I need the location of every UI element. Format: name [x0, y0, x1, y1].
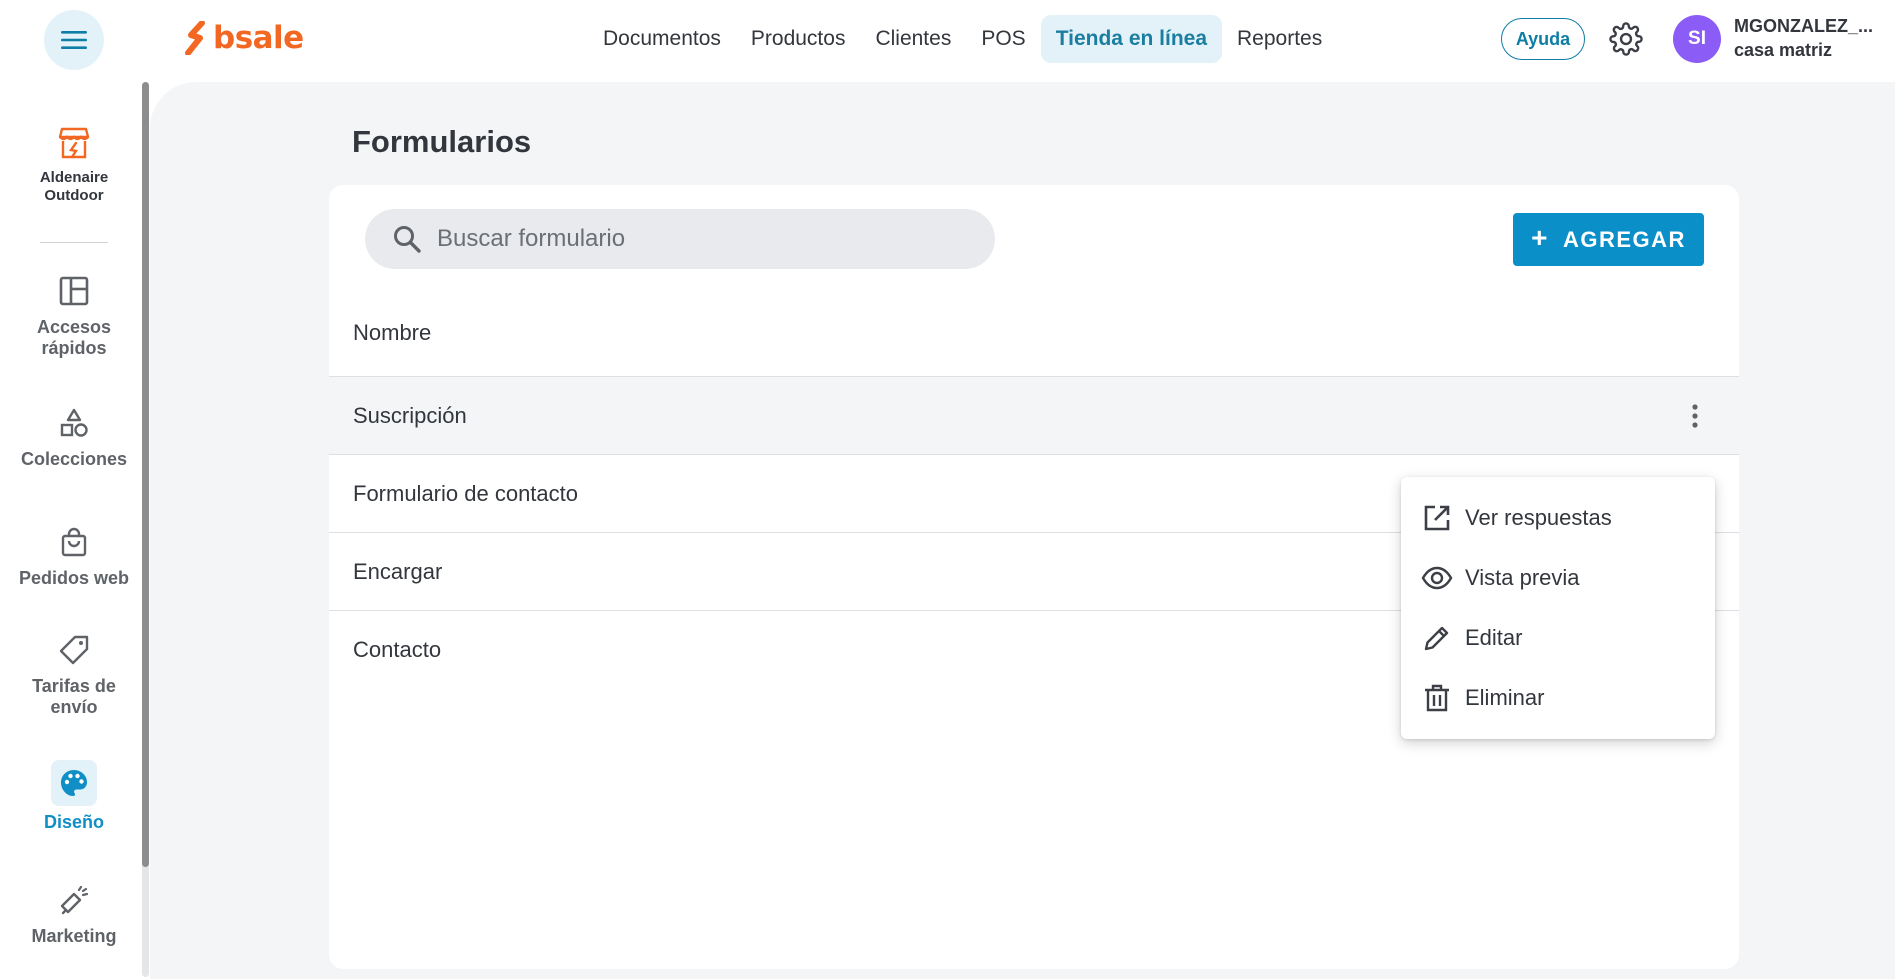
- hamburger-menu-button[interactable]: [44, 10, 104, 70]
- bsale-logo-icon: [185, 21, 205, 55]
- user-avatar[interactable]: SI: [1673, 15, 1721, 63]
- more-vertical-icon[interactable]: [1681, 402, 1709, 430]
- top-bar: bsale Documentos Productos Clientes POS …: [0, 0, 1895, 78]
- store-icon: [58, 127, 90, 159]
- trash-icon: [1425, 684, 1449, 712]
- row-name: Suscripción: [353, 402, 467, 428]
- nav-clientes[interactable]: Clientes: [860, 15, 966, 63]
- search-box[interactable]: [365, 209, 995, 269]
- bsale-logo[interactable]: bsale: [183, 20, 304, 56]
- menu-label: Editar: [1465, 625, 1523, 650]
- dashboard-icon: [59, 276, 89, 306]
- main-nav: Documentos Productos Clientes POS Tienda…: [588, 15, 1337, 63]
- menu-item-ver-respuestas[interactable]: Ver respuestas: [1401, 488, 1715, 548]
- user-name[interactable]: MGONZALEZ_...: [1734, 16, 1873, 37]
- add-button-label: AGREGAR: [1562, 226, 1686, 252]
- nav-reportes[interactable]: Reportes: [1222, 15, 1337, 63]
- nav-productos[interactable]: Productos: [736, 15, 861, 63]
- sidebar-item-tarifas-de-envio[interactable]: Tarifas de envío: [0, 630, 148, 718]
- column-header-nombre[interactable]: Nombre: [353, 320, 431, 346]
- nav-pos[interactable]: POS: [966, 15, 1040, 63]
- megaphone-icon: [60, 885, 89, 915]
- menu-item-vista-previa[interactable]: Vista previa: [1401, 548, 1715, 608]
- sidebar-item-accesos-rapidos[interactable]: Accesos rápidos: [0, 271, 148, 359]
- plus-icon: +: [1531, 222, 1549, 253]
- sidebar-label: Colecciones: [20, 449, 128, 469]
- menu-item-editar[interactable]: Editar: [1401, 608, 1715, 668]
- hamburger-icon: [61, 31, 87, 49]
- sidebar-divider: [40, 242, 108, 243]
- sidebar-item-diseno[interactable]: Diseño: [0, 760, 148, 833]
- help-button[interactable]: Ayuda: [1501, 18, 1585, 60]
- pencil-icon: [1424, 626, 1449, 651]
- palette-icon: [61, 770, 87, 796]
- user-branch: casa matriz: [1734, 40, 1833, 60]
- logo-text: bsale: [213, 20, 304, 56]
- row-name: Formulario de contacto: [353, 480, 578, 506]
- menu-label: Ver respuestas: [1465, 505, 1612, 530]
- store-name-line1: Aldenaire: [39, 169, 109, 186]
- search-icon: [394, 226, 421, 253]
- page-title: Formularios: [352, 124, 532, 159]
- tag-icon: [59, 635, 89, 665]
- sidebar-item-colecciones[interactable]: Colecciones: [0, 403, 148, 470]
- shapes-icon: [60, 408, 88, 437]
- nav-documentos[interactable]: Documentos: [588, 15, 736, 63]
- sidebar-label: rápidos: [41, 338, 107, 358]
- sidebar-label: Diseño: [43, 812, 104, 832]
- sidebar-label: Marketing: [31, 926, 117, 946]
- row-name: Encargar: [353, 558, 443, 584]
- menu-item-eliminar[interactable]: Eliminar: [1401, 668, 1715, 728]
- sidebar-label: Tarifas de: [32, 676, 116, 696]
- sidebar-item-marketing[interactable]: Marketing: [0, 880, 148, 947]
- store-name-line2: Outdoor: [44, 187, 104, 204]
- row-actions-menu: Ver respuestas Vista previa Editar Elimi…: [1401, 477, 1715, 739]
- row-name: Contacto: [353, 636, 442, 662]
- add-button[interactable]: + AGREGAR: [1513, 213, 1704, 266]
- table-row[interactable]: Suscripción: [329, 376, 1739, 454]
- menu-label: Vista previa: [1465, 565, 1580, 590]
- sidebar-label: Accesos: [36, 317, 112, 337]
- eye-icon: [1421, 566, 1453, 590]
- nav-tienda-en-linea[interactable]: Tienda en línea: [1040, 15, 1223, 63]
- open-external-icon: [1424, 505, 1450, 531]
- sidebar-label: envío: [50, 697, 98, 717]
- sidebar-store[interactable]: Aldenaire Outdoor: [0, 125, 148, 205]
- shopping-bag-icon: [61, 527, 87, 557]
- sidebar-item-pedidos-web[interactable]: Pedidos web: [0, 522, 148, 589]
- sidebar-label: Pedidos web: [18, 568, 130, 588]
- sidebar-scrollbar-thumb[interactable]: [142, 82, 149, 867]
- search-input[interactable]: [437, 225, 957, 253]
- gear-icon[interactable]: [1609, 22, 1643, 56]
- menu-label: Eliminar: [1465, 685, 1545, 710]
